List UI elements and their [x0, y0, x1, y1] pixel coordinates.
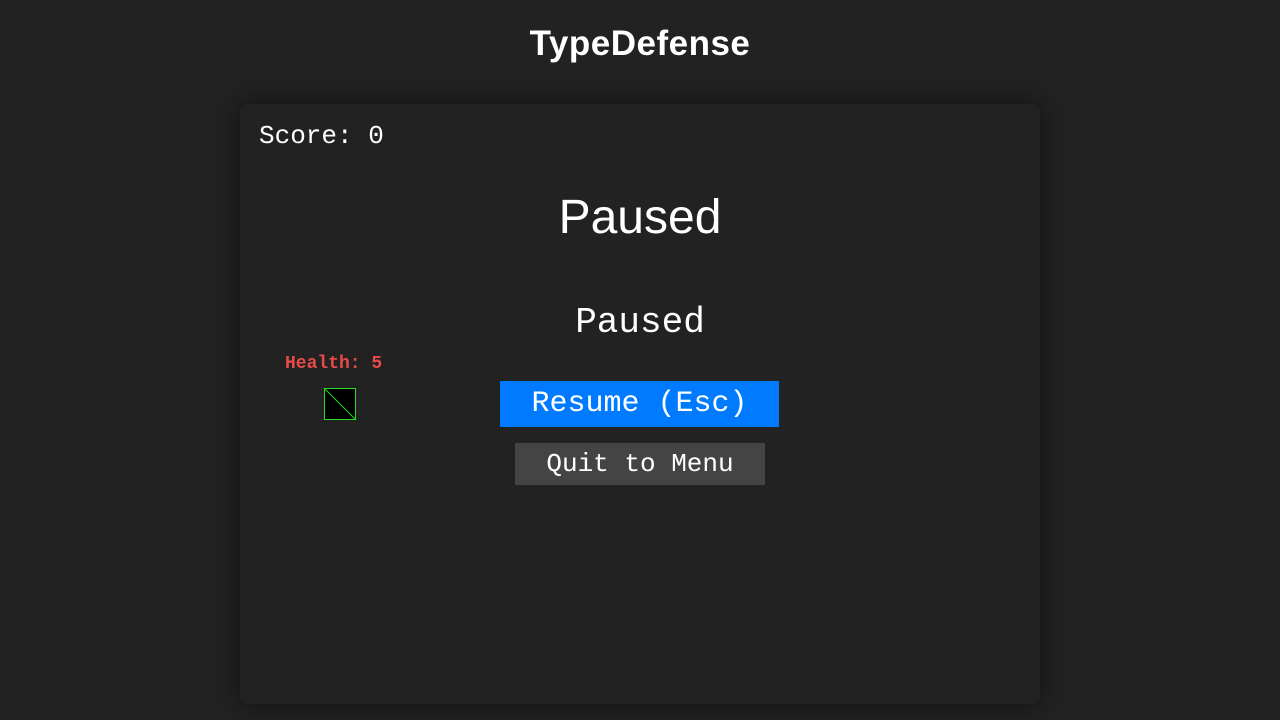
health-display: Health: 5 — [285, 354, 383, 374]
resume-button[interactable]: Resume (Esc) — [500, 381, 779, 427]
paused-heading: Paused — [558, 191, 722, 244]
game-canvas[interactable]: Score: 0 Paused Paused Health: 5 Resume … — [240, 104, 1040, 704]
paused-subheading: Paused — [575, 302, 705, 343]
app-title: TypeDefense — [529, 24, 751, 63]
player-square-svg — [324, 388, 356, 420]
score-display: Score: 0 — [259, 121, 384, 151]
player-square-icon — [324, 388, 356, 420]
quit-to-menu-button[interactable]: Quit to Menu — [515, 443, 765, 485]
